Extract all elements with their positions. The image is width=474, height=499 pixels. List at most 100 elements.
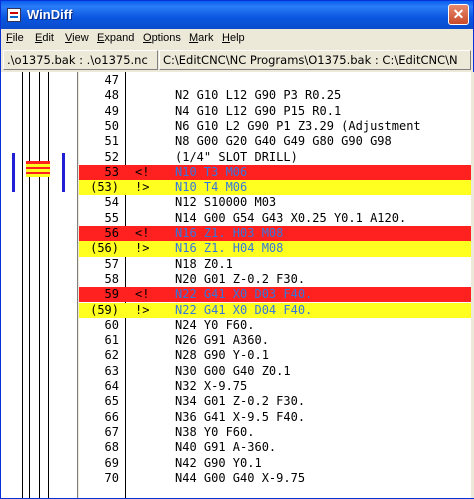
- line-number: 63: [104, 363, 119, 378]
- diff-line-row[interactable]: 48 N2 G10 L12 G90 P3 R0.25: [79, 88, 471, 103]
- title-bar[interactable]: WinDiff ✕: [1, 1, 473, 29]
- diff-line-row[interactable]: 57 N18 Z0.1: [79, 257, 471, 272]
- line-number: 52: [104, 149, 119, 164]
- line-number: 68: [104, 440, 119, 455]
- diff-line-row[interactable]: 67 N38 Y0 F60.: [79, 425, 471, 440]
- line-number: 56: [104, 226, 119, 240]
- line-number: 60: [104, 317, 119, 332]
- menu-file[interactable]: File: [6, 32, 24, 44]
- diff-line-row[interactable]: (59) !> N22 G41 X0 D04 F40.: [79, 302, 471, 318]
- overview-line-center: [39, 72, 40, 498]
- overview-position-marker-left[interactable]: [12, 153, 15, 192]
- left-path-label: .\o1375.bak : .\o1375.nc: [3, 50, 158, 70]
- diff-line-row[interactable]: 52 (1/4" SLOT DRILL): [79, 150, 471, 165]
- diff-line-row[interactable]: 66 N36 G41 X-9.5 F40.: [79, 410, 471, 425]
- code-text: N16 Z1. H03 M08: [175, 226, 284, 240]
- diff-line-row[interactable]: 54 N12 S10000 M03: [79, 195, 471, 210]
- menu-expand[interactable]: Expand: [97, 32, 134, 44]
- diff-line-row[interactable]: 51 N8 G00 G20 G40 G49 G80 G90 G98: [79, 134, 471, 149]
- code-text: N38 Y0 F60.: [175, 424, 255, 439]
- diff-line-row[interactable]: 65 N34 G01 Z-0.2 F30.: [79, 394, 471, 409]
- line-number: 62: [104, 348, 119, 363]
- line-number: 53: [104, 164, 119, 179]
- diff-marker: <!: [135, 164, 150, 179]
- line-number: (59): [90, 302, 119, 317]
- diff-line-row[interactable]: 55 N14 G00 G54 G43 X0.25 Y0.1 A120.: [79, 211, 471, 226]
- code-text: N6 G10 L2 G90 P1 Z3.29 (Adjustment: [175, 118, 421, 133]
- code-text: N28 G90 Y-0.1: [175, 348, 269, 363]
- diff-marker: <!: [135, 226, 150, 240]
- diff-line-row[interactable]: 63 N30 G00 G40 Z0.1: [79, 364, 471, 379]
- diff-line-row[interactable]: 58 N20 G01 Z-0.2 F30.: [79, 272, 471, 287]
- line-number: 70: [104, 470, 119, 485]
- line-number: 48: [104, 88, 119, 103]
- diff-line-row[interactable]: 47: [79, 73, 471, 88]
- code-text: N22 G41 X0 D04 F40.: [175, 302, 313, 317]
- overview-position-marker-right[interactable]: [62, 153, 65, 192]
- menu-mark[interactable]: Mark: [189, 32, 213, 44]
- overview-diff-tick: [26, 164, 50, 167]
- line-number: 59: [104, 287, 119, 302]
- diff-line-row[interactable]: 61 N26 G91 A360.: [79, 333, 471, 348]
- diff-line-row[interactable]: 59 <! N22 G41 X0 D03 F40.: [79, 287, 471, 303]
- overview-line-left: [22, 72, 23, 498]
- code-text: (1/4" SLOT DRILL): [175, 149, 298, 164]
- path-bar: .\o1375.bak : .\o1375.nc C:\EditCNC\NC P…: [1, 48, 473, 72]
- diff-line-row[interactable]: 60 N24 Y0 F60.: [79, 318, 471, 333]
- window-title: WinDiff: [27, 7, 73, 22]
- code-text: N42 G90 Y0.1: [175, 455, 262, 470]
- diff-line-row[interactable]: 50 N6 G10 L2 G90 P1 Z3.29 (Adjustment: [79, 119, 471, 134]
- code-text: N36 G41 X-9.5 F40.: [175, 409, 306, 424]
- line-number: 55: [104, 210, 119, 225]
- close-button[interactable]: ✕: [448, 4, 469, 25]
- line-number: 58: [104, 271, 119, 286]
- line-number: 67: [104, 424, 119, 439]
- line-number: 54: [104, 195, 119, 210]
- diff-line-row[interactable]: 62 N28 G90 Y-0.1: [79, 348, 471, 363]
- code-text: N26 G91 A360.: [175, 333, 269, 348]
- diff-line-row[interactable]: (53) !> N10 T4 M06: [79, 180, 471, 196]
- file-overview-pane[interactable]: [1, 72, 78, 498]
- line-number: 66: [104, 409, 119, 424]
- line-number: 51: [104, 134, 119, 149]
- code-text: N18 Z0.1: [175, 256, 233, 271]
- line-number: 49: [104, 103, 119, 118]
- right-path-label: C:\EditCNC\NC Programs\O1375.bak : C:\Ed…: [159, 50, 471, 70]
- code-text: N14 G00 G54 G43 X0.25 Y0.1 A120.: [175, 210, 407, 225]
- line-number: (53): [90, 180, 119, 195]
- diff-line-row[interactable]: 69 N42 G90 Y0.1: [79, 456, 471, 471]
- code-text: N20 G01 Z-0.2 F30.: [175, 271, 306, 286]
- diff-line-row[interactable]: 56 <! N16 Z1. H03 M08: [79, 226, 471, 242]
- menu-options[interactable]: Options: [143, 32, 181, 44]
- windiff-app-icon: [7, 8, 21, 22]
- line-number: (56): [90, 241, 119, 256]
- diff-line-row[interactable]: 53 <! N10 T3 M06: [79, 164, 471, 181]
- diff-code-pane[interactable]: 47 48 N2 G10 L12 G90 P3 R0.25 49 N4 G10 L12 …: [79, 72, 471, 498]
- code-text: N10 T4 M06: [175, 180, 248, 195]
- line-number: 64: [104, 379, 119, 393]
- code-text: N32 X-9.75: [175, 379, 248, 393]
- menu-edit[interactable]: Edit: [35, 32, 54, 44]
- code-text: N16 Z1. H04 M08: [175, 241, 284, 256]
- code-text: N10 T3 M06: [175, 164, 248, 179]
- code-text: N8 G00 G20 G40 G49 G80 G90 G98: [175, 134, 392, 149]
- code-text: N30 G00 G40 Z0.1: [175, 363, 291, 378]
- line-number: 50: [104, 118, 119, 133]
- diff-line-row[interactable]: 64 N32 X-9.75: [79, 379, 471, 394]
- code-text: N2 G10 L12 G90 P3 R0.25: [175, 88, 342, 103]
- diff-marker: !>: [135, 180, 150, 195]
- menu-help[interactable]: Help: [222, 32, 245, 44]
- diff-marker: <!: [135, 287, 150, 302]
- line-number: 65: [104, 394, 119, 409]
- diff-line-row[interactable]: (56) !> N16 Z1. H04 M08: [79, 241, 471, 257]
- code-text: N44 G00 G40 X-9.75: [175, 470, 306, 485]
- windiff-window: WinDiff ✕ File Edit View Expand Options …: [0, 0, 474, 499]
- overview-diff-tick: [26, 169, 50, 172]
- menu-view[interactable]: View: [65, 32, 89, 44]
- diff-line-row[interactable]: 49 N4 G10 L12 G90 P15 R0.1: [79, 104, 471, 119]
- diff-marker: !>: [135, 241, 150, 256]
- diff-line-row[interactable]: 68 N40 G91 A-360.: [79, 440, 471, 455]
- line-number: 69: [104, 455, 119, 470]
- diff-line-row[interactable]: 70 N44 G00 G40 X-9.75: [79, 471, 471, 486]
- line-number: 47: [104, 73, 119, 87]
